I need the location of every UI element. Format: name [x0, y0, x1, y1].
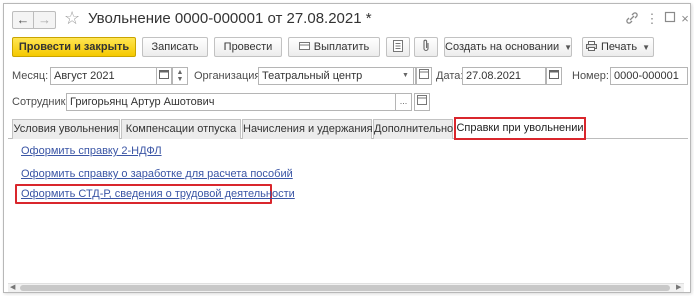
- close-icon[interactable]: ×: [677, 11, 693, 27]
- pay-label: Выплатить: [313, 41, 370, 53]
- tab-dismissal-certificates[interactable]: Справки при увольнении: [454, 117, 586, 140]
- link-2ndfl-certificate[interactable]: Оформить справку 2-НДФЛ: [21, 145, 162, 157]
- scroll-left-icon[interactable]: ◀: [10, 284, 15, 292]
- month-label: Месяц:: [12, 70, 49, 82]
- chevron-down-icon[interactable]: ▼: [398, 67, 414, 85]
- tab-accruals-deductions[interactable]: Начисления и удержания: [242, 119, 373, 139]
- tab-vacation-compensation[interactable]: Компенсации отпуска: [121, 119, 241, 139]
- more-menu-icon[interactable]: ⋮: [644, 11, 660, 27]
- tab-dismissal-conditions[interactable]: Условия увольнения: [12, 119, 120, 139]
- link-earnings-certificate[interactable]: Оформить справку о заработке для расчета…: [21, 168, 293, 180]
- calendar-icon[interactable]: [546, 67, 562, 85]
- date-label: Дата:: [436, 70, 464, 82]
- post-and-close-button[interactable]: Провести и закрыть: [12, 37, 136, 57]
- month-field[interactable]: Август 2021: [50, 67, 158, 85]
- open-employee-icon[interactable]: [414, 93, 430, 111]
- tab-additional[interactable]: Дополнительно: [373, 119, 453, 139]
- maximize-icon[interactable]: [662, 11, 678, 27]
- employee-field[interactable]: Григорьянц Артур Ашотович: [66, 93, 396, 111]
- scroll-right-icon[interactable]: ▶: [676, 284, 681, 292]
- number-label: Номер:: [572, 70, 609, 82]
- number-field[interactable]: 0000-000001: [610, 67, 688, 85]
- post-button[interactable]: Провести: [214, 37, 282, 57]
- date-field[interactable]: 27.08.2021: [462, 67, 546, 85]
- printer-icon: [586, 38, 598, 56]
- print-dropdown[interactable]: Печать ▼: [582, 37, 654, 57]
- organization-label: Организация:: [194, 70, 264, 82]
- command-bar: Провести и закрыть Записать Провести Вып…: [4, 37, 690, 59]
- employee-label: Сотрудник:: [12, 96, 69, 108]
- scrollbar-thumb[interactable]: [20, 285, 670, 291]
- chevron-down-icon: ▼: [564, 43, 573, 52]
- pay-icon: [298, 38, 310, 56]
- create-based-label: Создать на основании: [445, 41, 560, 53]
- organization-field[interactable]: Театральный центр: [258, 67, 416, 85]
- pay-button[interactable]: Выплатить: [288, 37, 380, 57]
- link-icon[interactable]: [624, 11, 640, 27]
- favorite-star-icon[interactable]: ☆: [64, 8, 80, 29]
- link-std-r-certificate[interactable]: Оформить СТД-Р, сведения о трудовой деят…: [21, 188, 295, 200]
- select-employee-button[interactable]: ...: [396, 93, 412, 111]
- title-bar: ← → ☆ Увольнение 0000-000001 от 27.08.20…: [4, 4, 690, 34]
- paperclip-icon[interactable]: [414, 37, 438, 57]
- list-icon[interactable]: [386, 37, 410, 57]
- back-arrow-icon[interactable]: ←: [12, 11, 34, 29]
- tab-strip: Условия увольнения Компенсации отпуска Н…: [8, 117, 688, 140]
- month-stepper[interactable]: ▲ ▼: [172, 67, 188, 85]
- horizontal-scrollbar[interactable]: ◀ ▶: [8, 283, 684, 292]
- forward-arrow-icon[interactable]: →: [34, 11, 56, 29]
- save-button[interactable]: Записать: [142, 37, 208, 57]
- open-organization-icon[interactable]: [416, 67, 432, 85]
- print-label: Печать: [601, 41, 638, 53]
- window-title: Увольнение 0000-000001 от 27.08.2021 *: [88, 10, 372, 27]
- calendar-icon[interactable]: [156, 67, 172, 85]
- chevron-down-icon: ▼: [642, 43, 650, 52]
- create-based-on-dropdown[interactable]: Создать на основании ▼: [444, 37, 572, 57]
- document-window: ← → ☆ Увольнение 0000-000001 от 27.08.20…: [3, 3, 691, 293]
